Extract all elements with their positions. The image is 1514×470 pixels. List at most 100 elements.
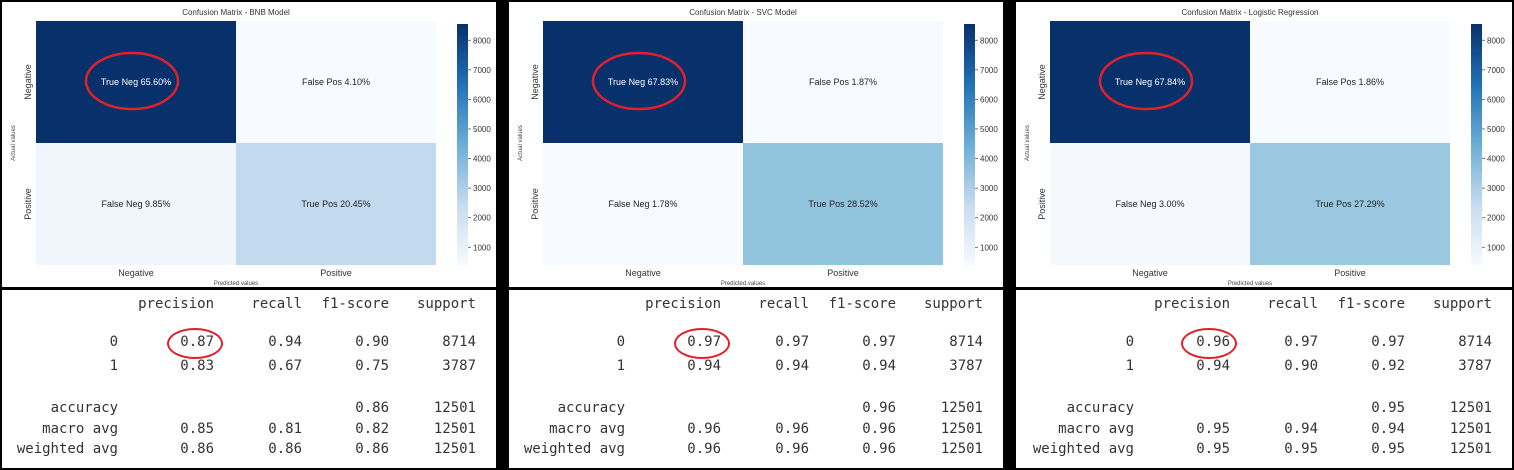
colorbar-tick-label: 3000: [980, 184, 998, 193]
classification-report: precision recall f1-score support 0 0.97 0.97 0…: [509, 290, 1003, 468]
colorbar-tick-label: 2000: [980, 214, 998, 223]
table-cell: 0.94: [268, 334, 302, 350]
colorbar-tick-label: 7000: [1487, 66, 1505, 75]
colorbar-tick-label: 2000: [1487, 214, 1505, 223]
colorbar-tick-label: 3000: [473, 184, 491, 193]
x-axis-label: Predicted values: [721, 281, 765, 287]
table-cell: 12501: [940, 441, 983, 457]
table-cell: 0.97: [1371, 334, 1405, 350]
confusion-matrix-chart: Confusion Matrix - Logistic Regression Tr…: [1025, 8, 1505, 287]
table-cell: 3787: [949, 358, 983, 374]
y-tick-label: Positive: [23, 188, 33, 220]
cell-label: True Neg 65.60%: [101, 77, 171, 87]
table-cell: 8714: [442, 334, 476, 350]
table-cell: 0.67: [268, 358, 302, 374]
table-cell: 0.82: [355, 421, 389, 437]
table-cell: 0.94: [687, 358, 721, 374]
colorbar-tick-label: 7000: [473, 66, 491, 75]
table-cell: 0.85: [180, 421, 214, 437]
highlight-circle: [167, 328, 223, 359]
colorbar-tick-label: 5000: [1487, 125, 1505, 134]
table-cell: 0.96: [862, 441, 896, 457]
x-tick-label: Positive: [827, 268, 859, 278]
table-cell: 12501: [940, 400, 983, 416]
table-cell: 0.97: [775, 334, 809, 350]
confusion-matrix-panel: Confusion Matrix - BNB Model True Neg 65.…: [2, 2, 496, 287]
x-tick-label: Negative: [118, 268, 154, 278]
y-tick-label: Negative: [530, 64, 540, 100]
column-header: precision: [645, 296, 721, 312]
table-cell: 0.96: [775, 421, 809, 437]
y-tick-label: Positive: [530, 188, 540, 220]
y-axis-label: Actual values: [1025, 125, 1031, 161]
table-cell: 3787: [1458, 358, 1492, 374]
chart-title: Confusion Matrix - BNB Model: [182, 8, 290, 17]
colorbar-tick-label: 8000: [980, 36, 998, 45]
colorbar: [1471, 24, 1482, 265]
row-label: 1: [1125, 358, 1134, 374]
table-cell: 12501: [433, 400, 476, 416]
x-axis-label: Predicted values: [1228, 281, 1272, 287]
column-header: support: [416, 296, 476, 312]
colorbar-tick-label: 7000: [980, 66, 998, 75]
column-header: recall: [251, 296, 302, 312]
table-cell: 0.90: [355, 334, 389, 350]
column-header: f1-score: [321, 296, 389, 312]
row-label: 1: [616, 358, 625, 374]
table-cell: 0.86: [268, 441, 302, 457]
colorbar-tick-label: 8000: [473, 36, 491, 45]
table-cell: 12501: [1449, 421, 1492, 437]
table-cell: 0.75: [355, 358, 389, 374]
colorbar-tick-label: 2000: [473, 214, 491, 223]
table-cell: 8714: [1458, 334, 1492, 350]
confusion-matrix-panel: Confusion Matrix - Logistic Regression Tr…: [1016, 2, 1512, 287]
table-cell: 0.96: [775, 441, 809, 457]
table-cell: 0.96: [687, 441, 721, 457]
table-cell: 0.96: [862, 400, 896, 416]
column-header: recall: [1267, 296, 1318, 312]
table-cell: 0.86: [355, 441, 389, 457]
table-cell: 0.83: [180, 358, 214, 374]
table-cell: 8714: [949, 334, 983, 350]
column-header: recall: [758, 296, 809, 312]
table-cell: 0.92: [1371, 358, 1405, 374]
row-label: weighted avg: [1032, 441, 1134, 457]
table-cell: 3787: [442, 358, 476, 374]
cell-label: True Pos 20.45%: [301, 199, 370, 209]
cell-label: False Neg 1.78%: [608, 199, 677, 209]
x-tick-label: Negative: [1132, 268, 1168, 278]
table-cell: 12501: [1449, 400, 1492, 416]
highlight-circle: [674, 328, 730, 359]
colorbar: [457, 24, 468, 265]
table-cell: 0.95: [1196, 421, 1230, 437]
cell-label: False Pos 1.86%: [1316, 77, 1384, 87]
row-label: accuracy: [1066, 400, 1134, 416]
row-label: 1: [109, 358, 118, 374]
classification-report: precision recall f1-score support 0 0.87 0.94 0…: [2, 290, 496, 468]
cell-label: False Pos 4.10%: [302, 77, 370, 87]
table-cell: 0.94: [775, 358, 809, 374]
table-cell: 0.94: [1196, 358, 1230, 374]
table-cell: 0.94: [862, 358, 896, 374]
cell-label: False Neg 3.00%: [1115, 199, 1184, 209]
column-header: support: [1432, 296, 1492, 312]
confusion-matrix-chart: Confusion Matrix - BNB Model True Neg 65.…: [11, 8, 491, 287]
table-cell: 0.86: [180, 441, 214, 457]
column-header: support: [923, 296, 983, 312]
colorbar-tick-label: 6000: [980, 95, 998, 104]
colorbar-tick-label: 3000: [1487, 184, 1505, 193]
row-label: accuracy: [50, 400, 118, 416]
row-label: accuracy: [557, 400, 625, 416]
row-label: macro avg: [549, 421, 625, 437]
colorbar: [964, 24, 975, 265]
table-cell: 0.81: [268, 421, 302, 437]
colorbar-tick-label: 4000: [1487, 155, 1505, 164]
cell-label: True Pos 27.29%: [1315, 199, 1384, 209]
highlight-circle: [1181, 328, 1237, 359]
colorbar-tick-label: 6000: [473, 95, 491, 104]
y-tick-label: Positive: [1037, 188, 1047, 220]
x-tick-label: Negative: [625, 268, 661, 278]
table-cell: 12501: [940, 421, 983, 437]
column-header: f1-score: [828, 296, 896, 312]
row-label: 0: [109, 334, 118, 350]
